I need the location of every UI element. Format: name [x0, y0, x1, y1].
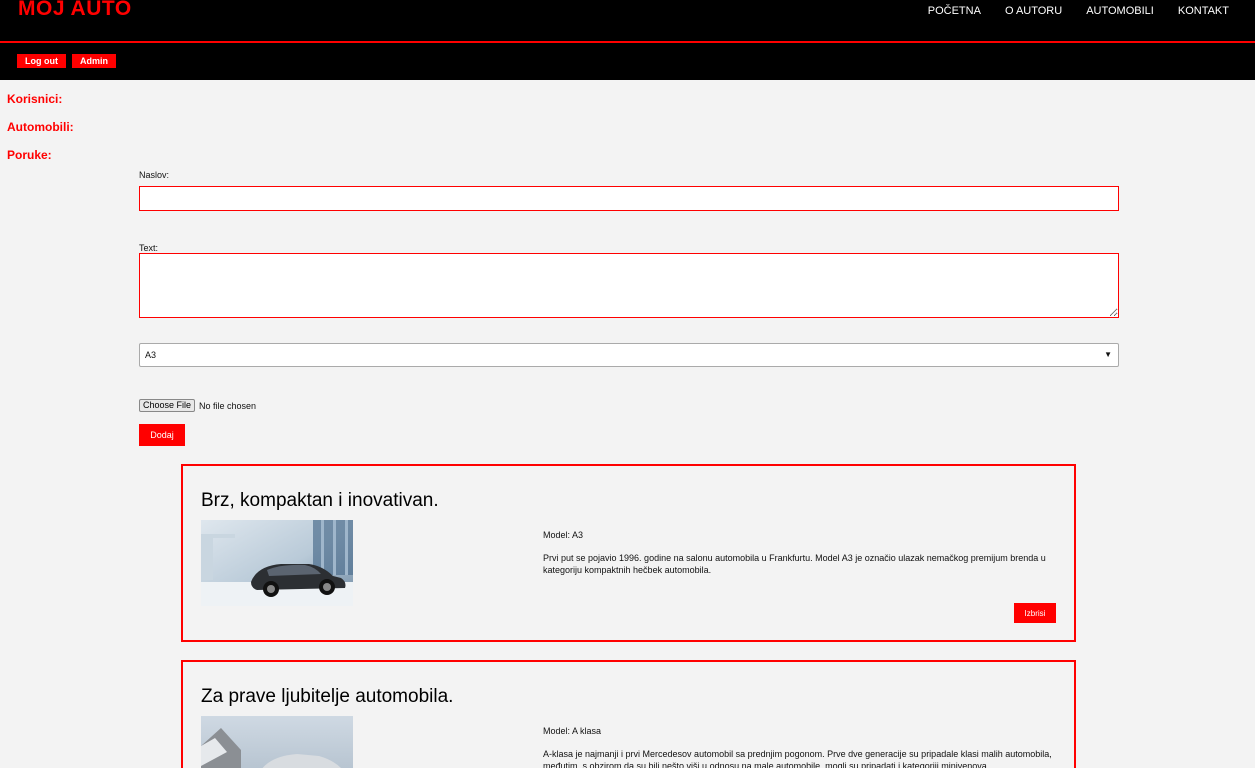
post-model: Model: A klasa — [543, 726, 602, 736]
header-divider — [0, 41, 1255, 43]
file-status: No file chosen — [199, 400, 257, 411]
sidebar-item-poruke[interactable]: Poruke: — [7, 148, 74, 176]
car-image — [201, 716, 353, 768]
file-upload: Choose File No file chosen — [139, 399, 256, 412]
main-nav: POČETNA O AUTORU AUTOMOBILI KONTAKT — [928, 4, 1229, 18]
nav-kontakt[interactable]: KONTAKT — [1178, 4, 1229, 18]
brand-logo[interactable]: MOJ AUTO — [18, 0, 132, 22]
choose-file-button[interactable]: Choose File — [139, 399, 196, 412]
nav-pocetna[interactable]: POČETNA — [928, 4, 981, 18]
admin-actions: Log out Admin — [17, 54, 116, 68]
post-description: Prvi put se pojavio 1996. godine na salo… — [543, 553, 1046, 575]
add-button[interactable]: Dodaj — [139, 424, 185, 446]
dropdown-arrow-icon: ▼ — [1104, 350, 1112, 359]
post-title: Brz, kompaktan i inovativan. — [201, 490, 439, 511]
admin-button[interactable]: Admin — [72, 54, 116, 68]
logout-button[interactable]: Log out — [17, 54, 66, 68]
top-bar: MOJ AUTO POČETNA O AUTORU AUTOMOBILI KON… — [0, 0, 1255, 80]
title-input[interactable] — [139, 186, 1119, 211]
sidebar-item-automobili[interactable]: Automobili: — [7, 120, 74, 148]
text-label: Text: — [139, 243, 159, 253]
post-model: Model: A3 — [543, 530, 584, 540]
post-title: Za prave ljubitelje automobila. — [201, 686, 454, 707]
delete-button[interactable]: Izbrisi — [1014, 603, 1056, 623]
title-label: Naslov: — [139, 170, 170, 180]
model-select[interactable]: A3 ▼ — [139, 343, 1119, 367]
sidebar-item-korisnici[interactable]: Korisnici: — [7, 92, 74, 120]
text-input[interactable] — [139, 253, 1119, 318]
car-image — [201, 520, 353, 606]
post-card: Brz, kompaktan i inovativan. Model: A3 P… — [181, 464, 1076, 642]
admin-sidebar: Korisnici: Automobili: Poruke: — [7, 92, 74, 176]
nav-o-autoru[interactable]: O AUTORU — [1005, 4, 1062, 18]
nav-automobili[interactable]: AUTOMOBILI — [1086, 4, 1154, 18]
post-card: Za prave ljubitelje automobila. Model: A… — [181, 660, 1076, 768]
model-select-value: A3 — [145, 350, 157, 360]
post-description: A-klasa je najmanji i prvi Mercedesov au… — [543, 749, 1052, 768]
